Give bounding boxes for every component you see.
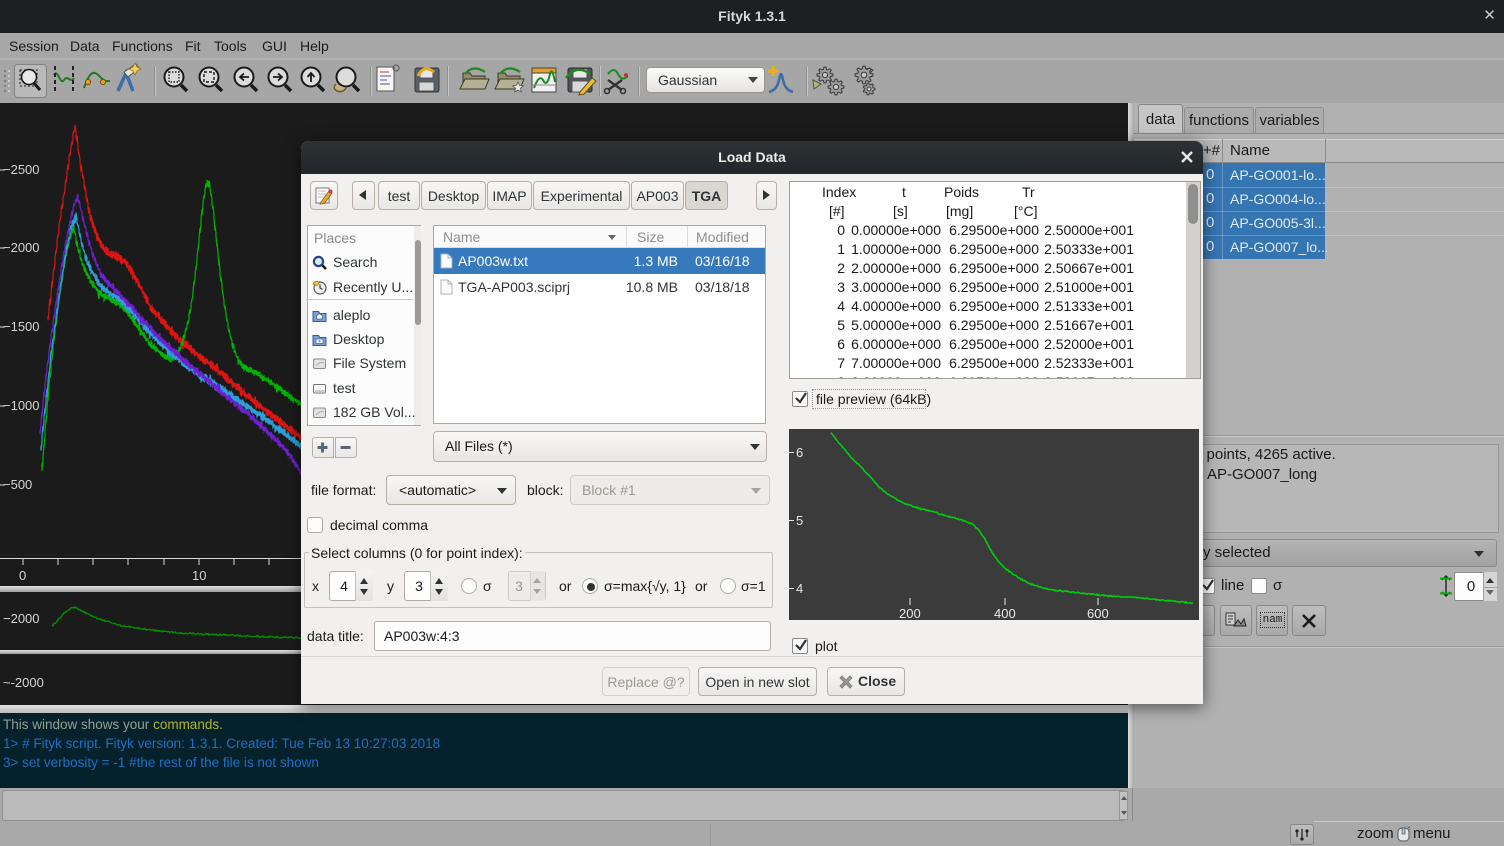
- svg-text:400: 400: [994, 606, 1016, 620]
- svg-text:−1500: −1500: [3, 319, 40, 334]
- svg-text:6: 6: [796, 445, 803, 460]
- svg-text:−1000: −1000: [3, 398, 40, 413]
- svg-text:−2500: −2500: [3, 162, 40, 177]
- svg-text:4: 4: [796, 581, 803, 596]
- svg-text:−500: −500: [3, 477, 32, 492]
- svg-text:5: 5: [796, 513, 803, 528]
- svg-text:0: 0: [19, 568, 26, 583]
- svg-text:200: 200: [899, 606, 921, 620]
- svg-text:10: 10: [192, 568, 206, 583]
- svg-text:−2000: −2000: [3, 611, 40, 626]
- svg-text:600: 600: [1087, 606, 1109, 620]
- svg-text:~-2000: ~-2000: [3, 675, 44, 690]
- svg-text:−2000: −2000: [3, 240, 40, 255]
